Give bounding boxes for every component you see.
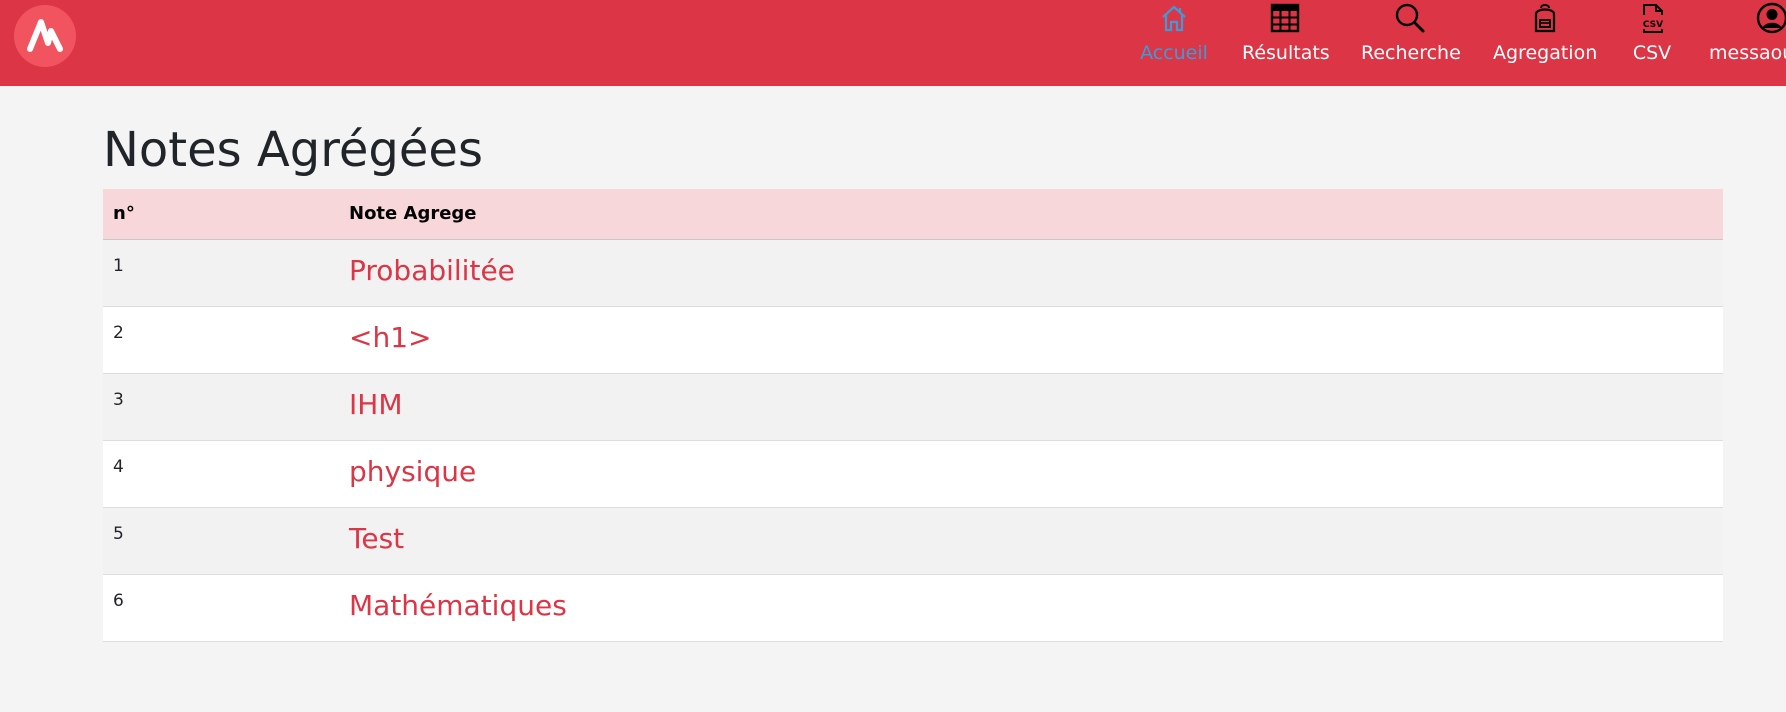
table-icon bbox=[1269, 2, 1301, 34]
note-link[interactable]: <h1> bbox=[349, 321, 431, 354]
note-link[interactable]: Test bbox=[349, 522, 404, 555]
nav-item-user[interactable]: messaou bbox=[1706, 0, 1786, 86]
nav-item-resultats[interactable]: Résultats bbox=[1242, 0, 1330, 86]
note-link[interactable]: Probabilitée bbox=[349, 254, 515, 287]
row-number: 5 bbox=[113, 524, 124, 544]
aggregated-notes-table: n° Note Agrege 1 Probabilitée 2 <h1> 3 I… bbox=[103, 189, 1723, 642]
row-number: 6 bbox=[113, 591, 124, 611]
column-header-note: Note Agrege bbox=[349, 203, 477, 224]
table-header-row: n° Note Agrege bbox=[103, 189, 1723, 240]
table-row: 3 IHM bbox=[103, 374, 1723, 441]
nav-item-label: Accueil bbox=[1140, 42, 1208, 64]
nav-item-csv[interactable]: CSV CSV bbox=[1630, 0, 1674, 86]
note-link[interactable]: IHM bbox=[349, 388, 402, 421]
page-title: Notes Agrégées bbox=[103, 122, 483, 178]
nav-item-label: messaou bbox=[1709, 42, 1786, 64]
csv-file-icon: CSV bbox=[1636, 2, 1668, 34]
user-circle-icon bbox=[1756, 2, 1786, 34]
row-number: 1 bbox=[113, 256, 124, 276]
nav-item-agregation[interactable]: Agregation bbox=[1493, 0, 1597, 86]
search-icon bbox=[1394, 2, 1426, 34]
nav-item-label: Recherche bbox=[1361, 42, 1461, 64]
column-header-number: n° bbox=[113, 203, 135, 224]
note-link[interactable]: physique bbox=[349, 455, 476, 488]
nav-item-recherche[interactable]: Recherche bbox=[1361, 0, 1461, 86]
table-row: 6 Mathématiques bbox=[103, 575, 1723, 642]
top-navbar: Accueil Résultats Recherche Agregation C… bbox=[0, 0, 1786, 86]
app-logo-icon[interactable] bbox=[14, 5, 76, 67]
table-row: 5 Test bbox=[103, 508, 1723, 575]
nav-item-label: Agregation bbox=[1493, 42, 1598, 64]
home-icon bbox=[1158, 2, 1190, 34]
svg-text:CSV: CSV bbox=[1643, 20, 1663, 30]
row-number: 3 bbox=[113, 390, 124, 410]
nav-item-label: CSV bbox=[1632, 42, 1672, 64]
nav-item-accueil[interactable]: Accueil bbox=[1138, 0, 1210, 86]
row-number: 2 bbox=[113, 323, 124, 343]
backpack-icon bbox=[1529, 2, 1561, 34]
table-row: 2 <h1> bbox=[103, 307, 1723, 374]
table-row: 4 physique bbox=[103, 441, 1723, 508]
note-link[interactable]: Mathématiques bbox=[349, 589, 567, 622]
nav-item-label: Résultats bbox=[1242, 42, 1330, 64]
row-number: 4 bbox=[113, 457, 124, 477]
table-row: 1 Probabilitée bbox=[103, 240, 1723, 307]
